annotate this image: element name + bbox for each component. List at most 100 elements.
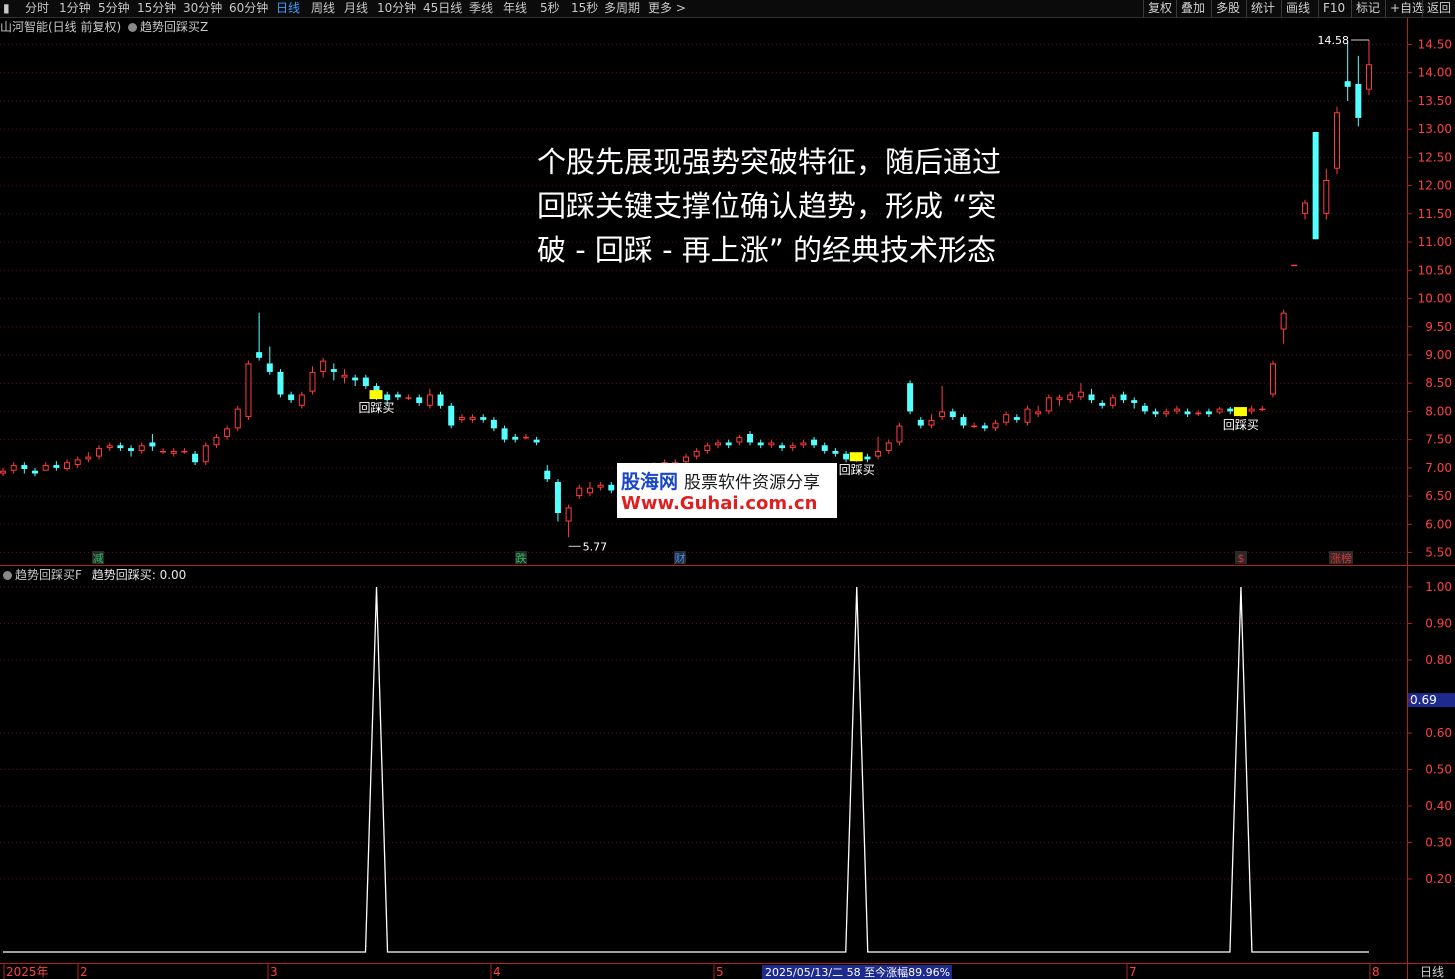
sub-tick-label: 0.80 [1425,653,1452,667]
event-marker: 涨榜 [1330,551,1352,565]
candle-body [245,363,252,418]
candle-body [917,419,924,426]
sub-tick-label: 0.30 [1425,836,1452,850]
candle-body [597,484,604,488]
candle-body [224,428,231,437]
sub-tick-label: 0.40 [1425,799,1452,813]
candle-body [202,445,209,463]
annotation-line: 回踩关键支撑位确认趋势，形成 “突 [537,189,997,223]
indicator-dropdown-icon[interactable] [128,23,138,32]
candle-body [21,465,28,470]
sub-indicator-name[interactable]: 趋势回踩买F [15,568,82,582]
price-tick-label: 6.50 [1425,489,1452,503]
time-tick-label: 8 [1372,965,1380,979]
candle-body [885,442,892,451]
candle-body [149,442,156,447]
candle-body [128,448,135,451]
candle-body [181,450,188,453]
price-tick-label: 13.00 [1418,122,1452,136]
candle-body [907,383,914,412]
sub-indicator-value: 趋势回踩买: 0.00 [91,568,187,582]
candle-body [352,377,359,381]
candle-body [469,417,476,420]
annotation-line: 破 - 回踩 - 再上涨” 的经典技术形态 [537,233,997,267]
candle-body [779,445,786,449]
candle-body [725,442,732,446]
candle-body [341,374,348,378]
candle-body [533,439,540,443]
candle-body [1184,411,1191,415]
candle-body [565,507,572,522]
candle-body [1280,312,1287,330]
candle-body [1333,112,1340,169]
price-tick-label: 11.00 [1418,235,1452,249]
candle-body [1195,412,1202,415]
candle-body [266,363,273,372]
candle-body [1099,402,1106,406]
candle-body [138,445,145,451]
candle-body [213,436,220,446]
sub-tick-label: 0.50 [1425,763,1452,777]
sub-current-value-label: 0.69 [1410,693,1437,707]
candle-body [85,456,92,460]
main-indicator-label[interactable]: 趋势回踩买Z [140,20,208,34]
candle-body [693,450,700,457]
price-tick-label: 9.00 [1425,348,1452,362]
candle-body [554,481,561,514]
candle-body [1259,408,1266,411]
candle-body [1035,411,1042,415]
buy-signal-label: 回踩买 [359,401,395,415]
candle-body [74,459,81,466]
candle-body [1024,408,1031,423]
price-tick-label: 14.50 [1418,38,1452,52]
candle-body [586,487,593,494]
low-price-label: 5.77 [583,540,608,553]
watermark-title: 股海网 [621,471,679,493]
price-tick-label: 12.50 [1418,150,1452,164]
candle-body [747,434,754,443]
price-tick-label: 11.50 [1418,207,1452,221]
event-marker: 跌 [516,551,527,565]
buy-signal-marker [369,390,383,400]
candle-body [1227,408,1234,412]
candle-body [1216,408,1223,413]
candle-body [875,450,882,457]
candle-body [1109,397,1116,406]
candle-body [715,442,722,446]
candle-body [1269,363,1276,395]
time-tick-label: 2 [80,965,88,979]
candle-body [939,411,946,418]
annotation-text: 个股先展现强势突破特征，随后通过 回踩关键支撑位确认趋势，形成 “突 破 - 回… [537,140,1077,272]
candle-body [1163,411,1170,415]
buy-signal-marker [1233,407,1247,417]
candle-body [480,417,487,420]
candle-body [277,371,284,395]
stock-title[interactable]: 山河智能(日线 前复权) [0,20,121,34]
candle-body [928,419,935,426]
candle-body [32,470,39,474]
sub-indicator-dropdown-icon[interactable] [3,571,12,580]
candle-body [117,445,124,449]
candle-body [160,450,167,453]
candle-body [1355,84,1362,118]
candle-body [544,470,551,480]
candle-body [1323,179,1330,214]
candle-body [1131,400,1138,403]
candle-body [683,456,689,463]
candle-body [106,445,113,449]
candle-body [309,371,316,392]
candle-body [1344,81,1351,87]
candle-body [192,453,199,463]
candle-body [1003,414,1010,423]
price-tick-label: 7.50 [1425,433,1452,447]
event-marker: 减 [93,552,104,565]
candle-body [768,442,775,446]
price-tick-label: 8.50 [1425,376,1452,390]
candle-body [298,394,305,406]
watermark-subtitle: 股票软件资源分享 [684,473,821,493]
price-tick-label: 9.50 [1425,320,1452,334]
candle-body [512,436,519,440]
candle-body [992,422,999,429]
status-bar-text: 2025/05/13/二 58 至今涨幅89.96% [765,965,950,979]
candle-body [1056,397,1063,401]
